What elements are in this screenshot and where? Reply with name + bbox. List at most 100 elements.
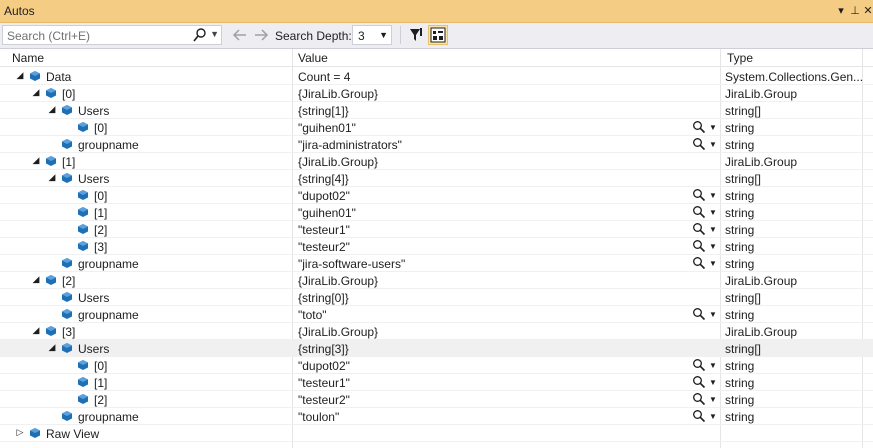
collapse-arrow-icon[interactable]: ◢ xyxy=(31,87,41,97)
visualizer-chevron-down-icon[interactable]: ▼ xyxy=(709,242,717,251)
row-value[interactable]: {string[0]} xyxy=(298,291,349,305)
visualizer-magnifier-icon[interactable] xyxy=(692,120,706,134)
object-icon xyxy=(78,360,88,370)
search-input[interactable]: Search (Ctrl+E) ▼ xyxy=(2,25,222,45)
close-icon[interactable]: ✕ xyxy=(861,3,873,19)
collapse-arrow-icon[interactable]: ◢ xyxy=(31,155,41,165)
search-icon[interactable] xyxy=(193,27,207,43)
tree-row[interactable]: ◢ Users {string[1]} string[] xyxy=(0,102,873,119)
visualizer-chevron-down-icon[interactable]: ▼ xyxy=(709,395,717,404)
row-value[interactable]: "testeur2" xyxy=(298,240,350,254)
visualizer-magnifier-icon[interactable] xyxy=(692,205,706,219)
column-header-name[interactable]: Name xyxy=(12,51,44,65)
visualizer-magnifier-icon[interactable] xyxy=(692,307,706,321)
forward-arrow-icon[interactable] xyxy=(253,27,269,43)
tree-row[interactable]: [0] "dupot02" ▼ string xyxy=(0,187,873,204)
visualizer-chevron-down-icon[interactable]: ▼ xyxy=(709,310,717,319)
visualizer-chevron-down-icon[interactable]: ▼ xyxy=(709,140,717,149)
window-title-bar: Autos ▾ ⊥ ✕ xyxy=(0,0,873,23)
object-icon xyxy=(62,139,72,149)
tree-row[interactable]: Users {string[0]} string[] xyxy=(0,289,873,306)
tree-row[interactable]: [1] "testeur1" ▼ string xyxy=(0,374,873,391)
row-value[interactable]: {JiraLib.Group} xyxy=(298,155,378,169)
row-value[interactable]: "guihen01" xyxy=(298,206,356,220)
row-value[interactable]: "dupot02" xyxy=(298,359,350,373)
row-name: groupname xyxy=(78,138,139,152)
visualizer-magnifier-icon[interactable] xyxy=(692,239,706,253)
row-value[interactable]: {string[4]} xyxy=(298,172,349,186)
collapse-arrow-icon[interactable]: ◢ xyxy=(31,274,41,284)
row-value[interactable]: "toto" xyxy=(298,308,327,322)
expand-arrow-icon[interactable]: ▷ xyxy=(15,427,25,437)
collapse-arrow-icon[interactable]: ◢ xyxy=(15,70,25,80)
collapse-arrow-icon[interactable]: ◢ xyxy=(47,172,57,182)
tree-row[interactable]: ◢ [3] {JiraLib.Group} JiraLib.Group xyxy=(0,323,873,340)
row-name: [1] xyxy=(94,376,108,390)
row-value[interactable]: "toulon" xyxy=(298,410,339,424)
tree-row[interactable]: ◢ [1] {JiraLib.Group} JiraLib.Group xyxy=(0,153,873,170)
tree-row[interactable]: ◢ Users {string[4]} string[] xyxy=(0,170,873,187)
row-value[interactable]: Count = 4 xyxy=(298,70,350,84)
column-header-type[interactable]: Type xyxy=(727,51,753,65)
visualizer-chevron-down-icon[interactable]: ▼ xyxy=(709,259,717,268)
pin-icon[interactable]: ⊥ xyxy=(848,3,862,19)
tree-row[interactable]: groupname "toulon" ▼ string xyxy=(0,408,873,425)
search-depth-label: Search Depth: xyxy=(275,29,352,43)
visualizer-chevron-down-icon[interactable]: ▼ xyxy=(709,191,717,200)
visualizer-magnifier-icon[interactable] xyxy=(692,375,706,389)
collapse-arrow-icon[interactable]: ◢ xyxy=(47,342,57,352)
tree-row[interactable]: ▷ Raw View xyxy=(0,425,873,442)
row-value[interactable]: "jira-software-users" xyxy=(298,257,405,271)
row-value[interactable]: {JiraLib.Group} xyxy=(298,87,378,101)
tree-row[interactable]: ◢ [0] {JiraLib.Group} JiraLib.Group xyxy=(0,85,873,102)
search-depth-select[interactable]: 3 ▼ xyxy=(352,25,392,45)
visualizer-magnifier-icon[interactable] xyxy=(692,256,706,270)
visualizer-chevron-down-icon[interactable]: ▼ xyxy=(709,378,717,387)
tree-row[interactable]: [3] "testeur2" ▼ string xyxy=(0,238,873,255)
row-name: [0] xyxy=(94,359,108,373)
filter-button[interactable] xyxy=(406,25,426,45)
row-value[interactable]: "testeur2" xyxy=(298,393,350,407)
visualizer-chevron-down-icon[interactable]: ▼ xyxy=(709,412,717,421)
visualizer-magnifier-icon[interactable] xyxy=(692,137,706,151)
tree-row[interactable]: [0] "guihen01" ▼ string xyxy=(0,119,873,136)
visualizer-magnifier-icon[interactable] xyxy=(692,358,706,372)
collapse-arrow-icon[interactable]: ◢ xyxy=(31,325,41,335)
visualizer-chevron-down-icon[interactable]: ▼ xyxy=(709,208,717,217)
row-value[interactable]: "jira-administrators" xyxy=(298,138,402,152)
search-options-chevron-icon[interactable]: ▼ xyxy=(210,29,219,39)
column-header-value[interactable]: Value xyxy=(298,51,328,65)
collapse-arrow-icon[interactable]: ◢ xyxy=(47,104,57,114)
tree-row[interactable]: [0] "dupot02" ▼ string xyxy=(0,357,873,374)
tree-row[interactable]: ◢ Data Count = 4 System.Collections.Gen... xyxy=(0,68,873,85)
row-value[interactable]: "testeur1" xyxy=(298,376,350,390)
row-value[interactable]: {JiraLib.Group} xyxy=(298,325,378,339)
row-type: string[] xyxy=(725,342,762,356)
tree-row[interactable]: groupname "jira-administrators" ▼ string xyxy=(0,136,873,153)
visualizer-magnifier-icon[interactable] xyxy=(692,222,706,236)
back-arrow-icon[interactable] xyxy=(232,27,248,43)
visualizer-chevron-down-icon[interactable]: ▼ xyxy=(709,123,717,132)
row-type: string xyxy=(725,206,755,220)
visualizer-chevron-down-icon[interactable]: ▼ xyxy=(709,225,717,234)
tree-row[interactable]: ◢ [2] {JiraLib.Group} JiraLib.Group xyxy=(0,272,873,289)
row-value[interactable]: "dupot02" xyxy=(298,189,350,203)
row-type: string xyxy=(725,308,755,322)
row-value[interactable]: "guihen01" xyxy=(298,121,356,135)
visualizer-magnifier-icon[interactable] xyxy=(692,409,706,423)
visualizer-magnifier-icon[interactable] xyxy=(692,188,706,202)
tree-row[interactable]: [2] "testeur1" ▼ string xyxy=(0,221,873,238)
row-value[interactable]: {JiraLib.Group} xyxy=(298,274,378,288)
tree-row[interactable]: [1] "guihen01" ▼ string xyxy=(0,204,873,221)
hex-display-button[interactable] xyxy=(428,25,448,45)
tree-row[interactable]: groupname "toto" ▼ string xyxy=(0,306,873,323)
visualizer-magnifier-icon[interactable] xyxy=(692,392,706,406)
visualizer-chevron-down-icon[interactable]: ▼ xyxy=(709,361,717,370)
tree-row[interactable]: ◢ Users {string[3]} string[] xyxy=(0,340,873,357)
tree-row[interactable]: [2] "testeur2" ▼ string xyxy=(0,391,873,408)
row-value[interactable]: "testeur1" xyxy=(298,223,350,237)
row-value[interactable]: {string[3]} xyxy=(298,342,349,356)
window-menu-icon[interactable]: ▾ xyxy=(834,3,848,19)
tree-row[interactable]: groupname "jira-software-users" ▼ string xyxy=(0,255,873,272)
row-value[interactable]: {string[1]} xyxy=(298,104,349,118)
